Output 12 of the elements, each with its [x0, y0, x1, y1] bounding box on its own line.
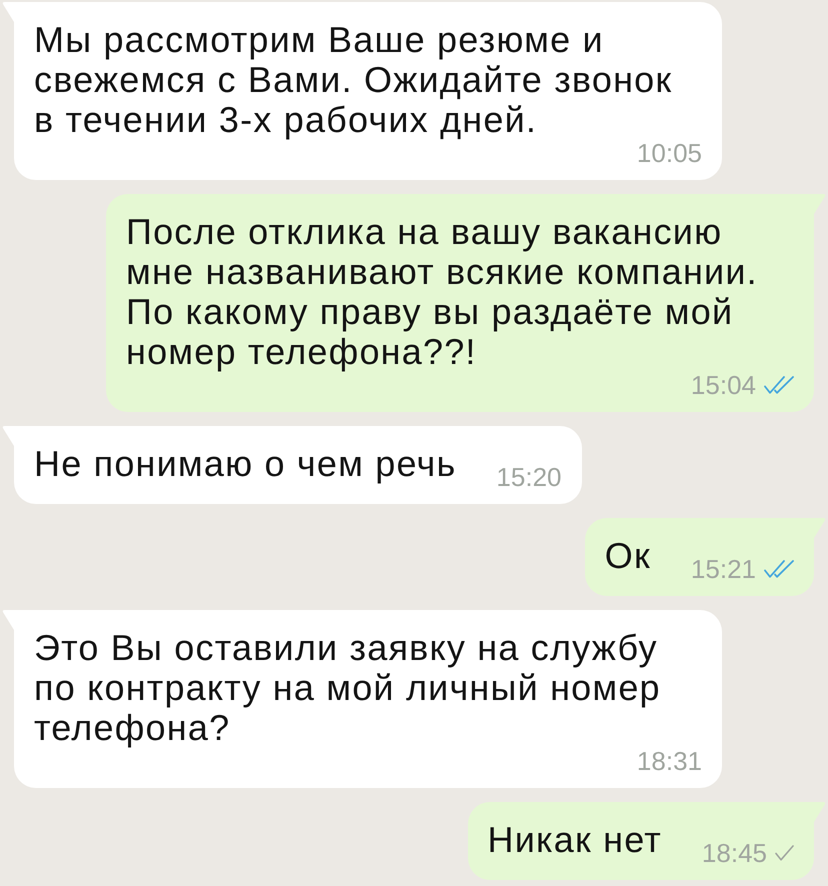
- message-time: 15:04: [690, 372, 756, 398]
- message-text: Мы рассмотрим Ваше резюме и свежемся с Вами. Ожидайте звонок в течении 3-х рабочих дней.: [34, 20, 674, 140]
- message-text: Это Вы оставили заявку на службу по контракту на мой личный номер телефона?: [34, 628, 662, 748]
- message-text: После отклика на вашу вакансию мне названивают всякие компании. По какому праву вы раздаёте мой номер телефона??!: [126, 212, 759, 372]
- message-time: 10:05: [636, 140, 702, 166]
- message-text: Никак нет: [488, 820, 662, 860]
- message-time: 15:20: [496, 464, 562, 490]
- message-text: Не понимаю о чем речь: [34, 444, 456, 484]
- message-text: Ок: [604, 536, 651, 576]
- message-time: 18:45: [702, 840, 767, 866]
- message-time: 18:31: [636, 748, 702, 774]
- message-time: 15:21: [690, 556, 756, 582]
